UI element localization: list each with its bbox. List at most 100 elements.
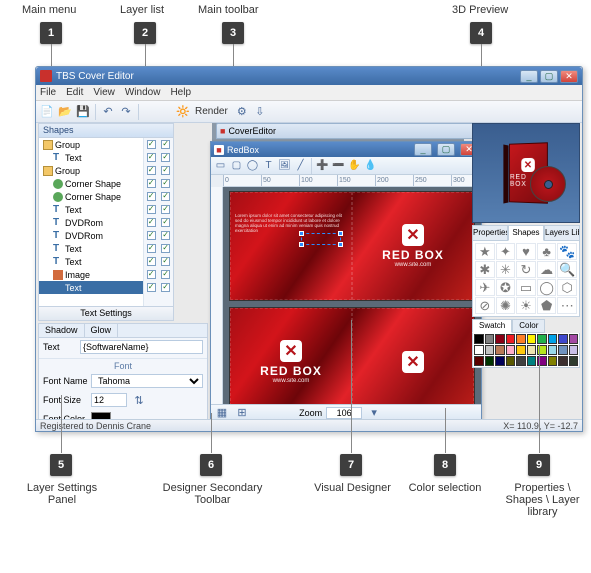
color-swatch[interactable]	[474, 345, 484, 355]
color-swatch[interactable]	[474, 334, 484, 344]
color-swatch[interactable]	[485, 356, 495, 366]
visibility-check[interactable]	[147, 140, 156, 149]
shape-library-item[interactable]: ★	[475, 243, 495, 260]
shape-library-item[interactable]: ☁	[537, 261, 557, 278]
menu-window[interactable]: Window	[125, 87, 161, 98]
lock-check[interactable]	[161, 166, 170, 175]
layer-row[interactable]: TText	[39, 242, 145, 255]
color-swatch[interactable]	[506, 356, 516, 366]
zoom-out-icon[interactable]: ➖	[331, 158, 346, 173]
shape-library-item[interactable]: ♣	[537, 243, 557, 260]
maximize-button[interactable]: ▢	[540, 70, 558, 83]
shape-library-item[interactable]: ↻	[516, 261, 536, 278]
pointer-icon[interactable]: ▭	[213, 158, 228, 173]
lock-check[interactable]	[161, 218, 170, 227]
zoom-input[interactable]	[326, 407, 362, 419]
layer-row[interactable]: Image	[39, 268, 145, 281]
layer-row[interactable]: TText	[39, 281, 145, 294]
color-swatch[interactable]	[558, 356, 568, 366]
minimize-button[interactable]: _	[520, 70, 538, 83]
tab-color[interactable]: Color	[512, 319, 545, 333]
shape-library-item[interactable]: ✺	[496, 297, 516, 314]
layer-row[interactable]: TText	[39, 203, 145, 216]
shape-library-item[interactable]: ⋯	[557, 297, 577, 314]
visibility-check[interactable]	[147, 257, 156, 266]
visual-designer-canvas[interactable]: Lorem ipsum dolor sit amet consectetur a…	[223, 187, 481, 404]
color-swatch[interactable]	[516, 356, 526, 366]
lock-check[interactable]	[161, 270, 170, 279]
ellipse-icon[interactable]: ◯	[245, 158, 260, 173]
color-swatch[interactable]	[495, 356, 505, 366]
doc-max-button[interactable]: ▢	[437, 143, 455, 156]
image-tool-icon[interactable]: 🖼	[277, 158, 292, 173]
layer-row[interactable]: Corner Shape	[39, 177, 145, 190]
fontsize-input[interactable]	[91, 393, 127, 407]
menu-view[interactable]: View	[93, 87, 115, 98]
menu-help[interactable]: Help	[170, 87, 191, 98]
shape-library-item[interactable]: 🔍	[557, 261, 577, 278]
color-swatch[interactable]	[548, 356, 558, 366]
fontsize-stepper-icon[interactable]: ⇅	[131, 392, 147, 408]
color-swatch[interactable]	[569, 334, 579, 344]
export-icon[interactable]: ⇩	[252, 104, 268, 120]
artboard-bottom[interactable]: ✕ RED BOX www.site.com ✕	[229, 307, 475, 404]
line-tool-icon[interactable]: ╱	[293, 158, 308, 173]
render-icon[interactable]: 🔆	[175, 104, 191, 120]
redo-icon[interactable]: ↷	[118, 104, 134, 120]
rect-icon[interactable]: ▢	[229, 158, 244, 173]
shape-library-item[interactable]: 🐾	[557, 243, 577, 260]
artboard-top[interactable]: Lorem ipsum dolor sit amet consectetur a…	[229, 191, 475, 301]
shape-library-item[interactable]: ☀	[516, 297, 536, 314]
lock-check[interactable]	[161, 153, 170, 162]
tab-shadow[interactable]: Shadow	[39, 324, 85, 337]
layer-row[interactable]: TText	[39, 255, 145, 268]
color-swatch[interactable]	[569, 345, 579, 355]
shape-library-item[interactable]: ▭	[516, 279, 536, 296]
lock-check[interactable]	[161, 179, 170, 188]
tab-shapes[interactable]: Shapes	[508, 225, 544, 241]
text-tool-icon[interactable]: T	[261, 158, 276, 173]
layer-row[interactable]: TText	[39, 151, 145, 164]
visibility-check[interactable]	[147, 179, 156, 188]
lock-check[interactable]	[161, 205, 170, 214]
undo-icon[interactable]: ↶	[100, 104, 116, 120]
visibility-check[interactable]	[147, 231, 156, 240]
layer-row[interactable]: Group	[39, 138, 145, 151]
shape-library-item[interactable]: ♥	[516, 243, 536, 260]
layer-row[interactable]: TDVDRom	[39, 216, 145, 229]
layer-row[interactable]: TDVDRom	[39, 229, 145, 242]
color-swatch[interactable]	[569, 356, 579, 366]
color-swatch[interactable]	[527, 345, 537, 355]
preview-3d[interactable]: ✕ RED BOX	[472, 123, 580, 223]
doc-titlebar[interactable]: ■ RedBox _ ▢ ✕	[211, 142, 481, 157]
shape-library-item[interactable]: ⬟	[537, 297, 557, 314]
shape-library-item[interactable]: ✈	[475, 279, 495, 296]
visibility-check[interactable]	[147, 244, 156, 253]
visibility-check[interactable]	[147, 166, 156, 175]
color-swatch[interactable]	[506, 345, 516, 355]
layer-row[interactable]: Group	[39, 164, 145, 177]
color-swatch[interactable]	[537, 334, 547, 344]
shape-library-item[interactable]: ✱	[475, 261, 495, 278]
visibility-check[interactable]	[147, 218, 156, 227]
color-swatch[interactable]	[516, 334, 526, 344]
color-swatch[interactable]	[548, 345, 558, 355]
color-swatch[interactable]	[558, 334, 568, 344]
shape-library-item[interactable]: ✦	[496, 243, 516, 260]
zoom-in-icon[interactable]: ➕	[315, 158, 330, 173]
text-field[interactable]	[80, 340, 203, 354]
tab-glow[interactable]: Glow	[85, 324, 119, 337]
color-swatch[interactable]	[527, 334, 537, 344]
color-swatch[interactable]	[495, 345, 505, 355]
fontname-select[interactable]: Tahoma	[91, 374, 203, 388]
new-icon[interactable]: 📄	[39, 104, 55, 120]
text-settings-button[interactable]: Text Settings	[39, 306, 173, 320]
titlebar[interactable]: TBS Cover Editor _ ▢ ✕	[36, 67, 582, 85]
shape-library-item[interactable]: ✪	[496, 279, 516, 296]
doc-min-button[interactable]: _	[414, 143, 432, 156]
tab-layers-library[interactable]: Layers Library	[544, 225, 580, 241]
visibility-check[interactable]	[147, 270, 156, 279]
tab-swatch[interactable]: Swatch	[472, 319, 512, 333]
shape-library-item[interactable]: ⊘	[475, 297, 495, 314]
shape-library-item[interactable]: ◯	[537, 279, 557, 296]
